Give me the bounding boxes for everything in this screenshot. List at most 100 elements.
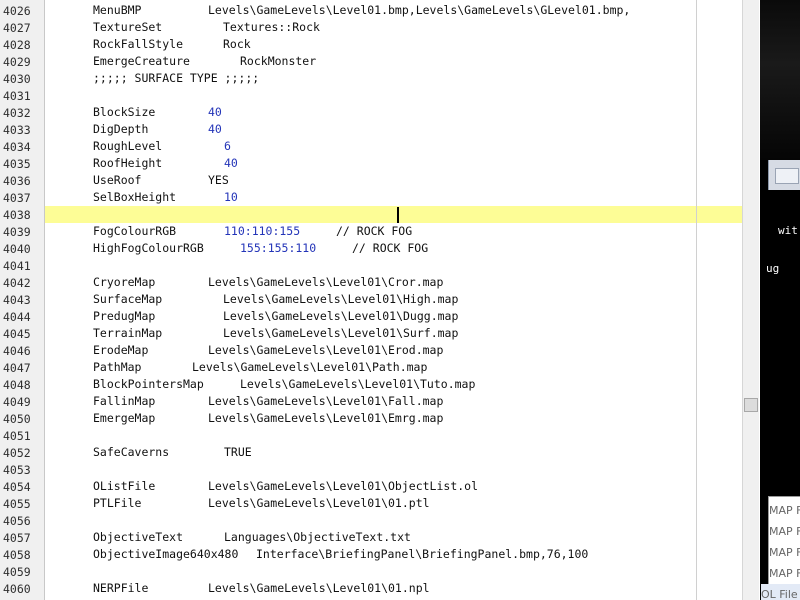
code-value: Textures::Rock [223,20,320,34]
line-number: 4034 [3,140,31,154]
code-line[interactable]: NERPFile Levels\GameLevels\Level01\01.npl [45,580,742,597]
code-value: Levels\GameLevels\Level01\High.map [223,292,459,306]
code-key: PathMap [93,360,142,374]
code-line[interactable]: EmergeMap Levels\GameLevels\Level01\Emrg.… [45,410,742,427]
background-window-toolbar [768,160,800,190]
code-line[interactable]: ObjectiveImage640x480 Interface\BriefingP… [45,546,742,563]
file-list-item[interactable]: MAP F [769,542,800,563]
code-value: Levels\GameLevels\Level01\Path.map [192,360,428,374]
line-number: 4047 [3,361,31,375]
code-value: Languages\ObjectiveText.txt [224,530,411,544]
line-number: 4026 [3,4,31,18]
code-line[interactable]: SafeCaverns TRUE [45,444,742,461]
line-number: 4049 [3,395,31,409]
line-number: 4030 [3,72,31,86]
code-key: SafeCaverns [93,445,170,459]
line-number: 4043 [3,293,31,307]
code-value: Levels\GameLevels\Level01\Erod.map [208,343,444,357]
code-value: 40 [208,122,222,136]
code-value: 10 [224,190,238,204]
background-window[interactable]: wit ug MAP F MAP F MAP F MAP F OL File [760,0,800,600]
code-key: ObjectiveText [93,530,184,544]
file-list-item[interactable]: OL File [761,584,800,600]
code-key: UseRoof [93,173,142,187]
line-number: 4042 [3,276,31,290]
line-number: 4045 [3,327,31,341]
code-key: SelBoxHeight [93,190,177,204]
background-window-tab[interactable] [775,168,799,184]
code-line[interactable]: RoofHeight 40 [45,155,742,172]
background-file-list[interactable]: MAP F MAP F MAP F MAP F OL File [761,496,800,600]
code-line[interactable]: MenuBMP Levels\GameLevels\Level01.bmp,Lev… [45,2,742,19]
line-number: 4037 [3,191,31,205]
background-text-1: wit [778,224,798,237]
code-line[interactable]: FallinMap Levels\GameLevels\Level01\Fall.… [45,393,742,410]
code-value: Interface\BriefingPanel\BriefingPanel.bm… [256,547,589,561]
code-line[interactable] [45,257,742,274]
line-number: 4046 [3,344,31,358]
current-line[interactable] [45,206,742,223]
code-line[interactable] [45,512,742,529]
vertical-scrollbar[interactable] [742,0,759,600]
file-list-item[interactable]: MAP F [769,521,800,542]
code-value: Levels\GameLevels\Level01\01.npl [208,581,430,595]
code-line[interactable]: PathMap Levels\GameLevels\Level01\Path.ma… [45,359,742,376]
code-key: ErodeMap [93,343,149,357]
line-number: 4048 [3,378,31,392]
code-value: Rock [223,37,251,51]
code-key: PredugMap [93,309,156,323]
code-key: DigDepth [93,122,149,136]
line-number: 4054 [3,480,31,494]
code-value: RockMonster [240,54,317,68]
code-line[interactable]: UseRoof YES [45,172,742,189]
background-text-2: ug [766,262,780,275]
code-line[interactable]: OListFile Levels\GameLevels\Level01\Objec… [45,478,742,495]
code-key: BlockSize [93,105,156,119]
code-line[interactable]: CryoreMap Levels\GameLevels\Level01\Cror.… [45,274,742,291]
code-key: FallinMap [93,394,156,408]
code-line[interactable] [45,87,742,104]
line-number: 4060 [3,582,31,596]
line-number: 4052 [3,446,31,460]
code-line[interactable]: RoughLevel 6 [45,138,742,155]
code-line[interactable]: HighFogColourRGB 155:155:110 // ROCK FOG [45,240,742,257]
code-key: EmergeCreature [93,54,190,68]
scrollbar-thumb[interactable] [744,398,758,412]
line-number: 4053 [3,463,31,477]
code-line[interactable]: SelBoxHeight 10 [45,189,742,206]
line-number: 4056 [3,514,31,528]
code-line[interactable]: ;;;;; SURFACE TYPE ;;;;; [45,70,742,87]
code-value: 40 [208,105,222,119]
code-value: 110:110:155 [224,224,301,238]
code-line[interactable]: PredugMap Levels\GameLevels\Level01\Dugg.… [45,308,742,325]
line-number: 4050 [3,412,31,426]
code-line[interactable]: TerrainMap Levels\GameLevels\Level01\Surf… [45,325,742,342]
line-number: 4036 [3,174,31,188]
code-key: TextureSet [93,20,163,34]
code-comment: // ROCK FOG [352,241,429,255]
code-line[interactable]: SurfaceMap Levels\GameLevels\Level01\High… [45,291,742,308]
code-line[interactable]: TextureSet Textures::Rock [45,19,742,36]
code-line[interactable]: DigDepth 40 [45,121,742,138]
file-list-item[interactable]: MAP F [769,500,800,521]
code-line[interactable]: FogColourRGB 110:110:155 // ROCK FOG [45,223,742,240]
line-number: 4059 [3,565,31,579]
code-line[interactable]: PTLFile Levels\GameLevels\Level01\01.ptl [45,495,742,512]
code-line[interactable]: ErodeMap Levels\GameLevels\Level01\Erod.m… [45,342,742,359]
code-line[interactable]: ObjectiveText Languages\ObjectiveText.txt [45,529,742,546]
code-value: Levels\GameLevels\Level01\Cror.map [208,275,444,289]
code-key: TerrainMap [93,326,163,340]
code-line[interactable]: RockFallStyle Rock [45,36,742,53]
code-editor[interactable]: MenuBMP Levels\GameLevels\Level01.bmp,Lev… [45,0,742,600]
code-value: 6 [224,139,231,153]
code-line[interactable] [45,461,742,478]
line-number: 4028 [3,38,31,52]
code-line[interactable]: BlockSize 40 [45,104,742,121]
code-line[interactable] [45,563,742,580]
file-list-item[interactable]: MAP F [769,563,800,584]
line-number: 4055 [3,497,31,511]
code-line[interactable]: BlockPointersMap Levels\GameLevels\Level0… [45,376,742,393]
code-line[interactable] [45,427,742,444]
code-line[interactable]: EmergeCreature RockMonster [45,53,742,70]
code-key: FogColourRGB [93,224,177,238]
